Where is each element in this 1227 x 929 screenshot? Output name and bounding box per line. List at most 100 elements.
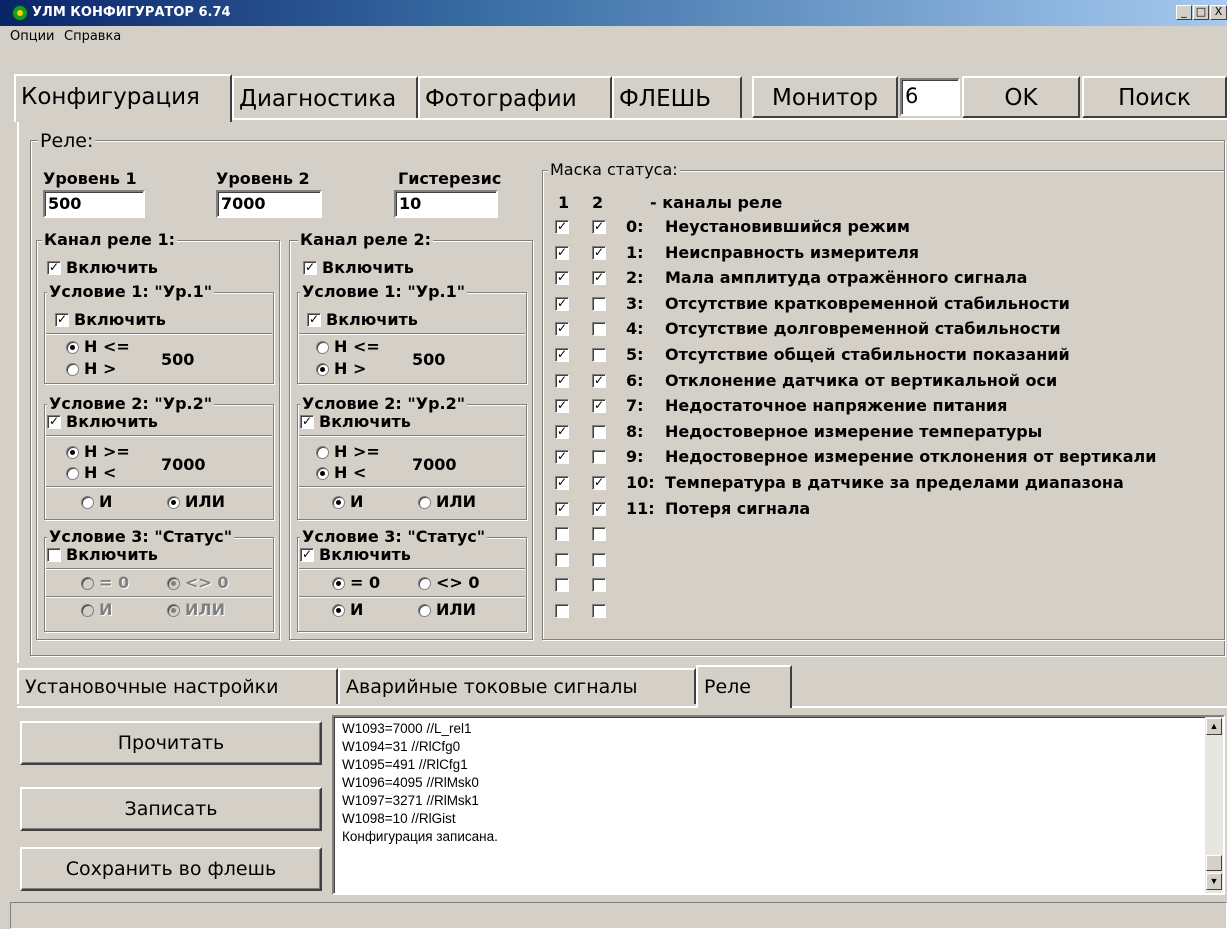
- mask-row-2-relay2-checkbox[interactable]: ✓: [592, 271, 606, 285]
- mask-row-text: Недостоверное измерение отклонения от ве…: [665, 447, 1157, 466]
- scroll-thumb[interactable]: [1206, 855, 1222, 871]
- read-button[interactable]: Прочитать: [20, 721, 322, 765]
- scroll-down-button[interactable]: ▼: [1206, 873, 1222, 890]
- mask-row-14-relay2-checkbox[interactable]: [592, 578, 606, 592]
- mask-row-1-relay2-checkbox[interactable]: ✓: [592, 246, 606, 260]
- mask-row-9-relay2-checkbox[interactable]: [592, 450, 606, 464]
- ch1-cond3-eq0-radio[interactable]: [81, 577, 94, 590]
- ch2-cond3-enable-checkbox[interactable]: ✓: [300, 548, 314, 562]
- log-line: W1094=31 //RlCfg0: [342, 739, 461, 754]
- menu-help[interactable]: Справка: [64, 29, 121, 44]
- mask-row-6-relay2-checkbox[interactable]: ✓: [592, 374, 606, 388]
- ch2-cond3-ne0-label: <> 0: [436, 573, 480, 592]
- mask-row-10-relay1-checkbox[interactable]: ✓: [555, 476, 569, 490]
- scroll-up-button[interactable]: ▲: [1206, 718, 1222, 735]
- write-button[interactable]: Записать: [20, 787, 322, 831]
- maximize-button[interactable]: □: [1193, 5, 1209, 20]
- ok-button[interactable]: OK: [962, 76, 1080, 118]
- ch1-cond2-lt-radio[interactable]: [66, 467, 79, 480]
- mask-row-12-relay1-checkbox[interactable]: [555, 527, 569, 541]
- ch1-cond2-enable-checkbox[interactable]: ✓: [47, 415, 61, 429]
- save-to-flash-button[interactable]: Сохранить во флешь: [20, 847, 322, 891]
- ch2-cond1-enable-checkbox[interactable]: ✓: [307, 313, 321, 327]
- mask-row-11-relay1-checkbox[interactable]: ✓: [555, 502, 569, 516]
- ch1-cond2-ge-radio[interactable]: [66, 446, 79, 459]
- ch2-cond2-or-label: ИЛИ: [436, 492, 477, 511]
- channel-2-enable-checkbox[interactable]: ✓: [303, 261, 317, 275]
- mask-row-4-relay2-checkbox[interactable]: [592, 322, 606, 336]
- mask-row-15-relay1-checkbox[interactable]: [555, 604, 569, 618]
- mask-row-13-relay2-checkbox[interactable]: [592, 553, 606, 567]
- ch1-cond3-and-radio[interactable]: [81, 604, 94, 617]
- ch1-cond2-and-radio[interactable]: [81, 496, 94, 509]
- mask-row-8-relay2-checkbox[interactable]: [592, 425, 606, 439]
- ch2-cond2-lt-radio[interactable]: [316, 467, 329, 480]
- ch1-cond3-or-label: ИЛИ: [185, 600, 226, 619]
- log-output[interactable]: W1093=7000 //L_rel1 W1094=31 //RlCfg0 W109…: [332, 715, 1225, 895]
- menu-options[interactable]: Опции: [10, 29, 54, 44]
- minimize-button[interactable]: _: [1176, 5, 1192, 20]
- ch2-cond2-and-radio[interactable]: [332, 496, 345, 509]
- mask-row-12-relay2-checkbox[interactable]: [592, 527, 606, 541]
- mask-row-2-relay1-checkbox[interactable]: ✓: [555, 271, 569, 285]
- bottom-tab-line: [17, 706, 1227, 708]
- ch1-cond2-or-radio[interactable]: [167, 496, 180, 509]
- ch1-cond3-eq0-label: = 0: [99, 573, 130, 592]
- ch1-cond1-le-radio[interactable]: [66, 341, 79, 354]
- ch2-cond1-enable-label: Включить: [326, 310, 418, 329]
- mask-row-8-relay1-checkbox[interactable]: ✓: [555, 425, 569, 439]
- level1-input[interactable]: 500: [43, 190, 145, 218]
- tab-flash[interactable]: ФЛЕШЬ: [612, 76, 742, 118]
- mask-row-1-relay1-checkbox[interactable]: ✓: [555, 246, 569, 260]
- ch1-cond3-enable-checkbox[interactable]: [47, 548, 61, 562]
- ch2-cond3-and-radio[interactable]: [332, 604, 345, 617]
- tab-diagnostics[interactable]: Диагностика: [232, 76, 418, 118]
- log-scrollbar[interactable]: ▲ ▼: [1205, 717, 1223, 893]
- mask-row-10-relay2-checkbox[interactable]: ✓: [592, 476, 606, 490]
- ch1-cond3-ne0-radio[interactable]: [167, 577, 180, 590]
- mask-row-0-relay1-checkbox[interactable]: ✓: [555, 220, 569, 234]
- hysteresis-input[interactable]: 10: [394, 190, 498, 218]
- ch1-cond1-enable-checkbox[interactable]: ✓: [55, 313, 69, 327]
- mask-row-7-relay1-checkbox[interactable]: ✓: [555, 399, 569, 413]
- menu-bar: Опции Справка: [0, 26, 1227, 48]
- mask-row-5-relay2-checkbox[interactable]: [592, 348, 606, 362]
- ch2-cond3-or-radio[interactable]: [418, 604, 431, 617]
- tab-alarm-current-signals[interactable]: Аварийные токовые сигналы: [338, 668, 696, 704]
- mask-row-14-relay1-checkbox[interactable]: [555, 578, 569, 592]
- tab-configuration[interactable]: Конфигурация: [14, 74, 232, 122]
- monitor-button[interactable]: Монитор: [752, 76, 898, 118]
- mask-row-7-relay2-checkbox[interactable]: ✓: [592, 399, 606, 413]
- mask-row-3-relay1-checkbox[interactable]: ✓: [555, 297, 569, 311]
- tab-relay[interactable]: Реле: [696, 665, 792, 708]
- ch2-cond2-or-radio[interactable]: [418, 496, 431, 509]
- close-button[interactable]: X: [1210, 5, 1227, 20]
- mask-row-13-relay1-checkbox[interactable]: [555, 553, 569, 567]
- mask-row-5-relay1-checkbox[interactable]: ✓: [555, 348, 569, 362]
- ch2-cond1-le-radio[interactable]: [316, 341, 329, 354]
- level2-input[interactable]: 7000: [216, 190, 322, 218]
- ch1-cond3-divider: [46, 568, 272, 570]
- tab-setup-settings[interactable]: Установочные настройки: [17, 668, 338, 704]
- device-address-input[interactable]: 6: [900, 78, 960, 116]
- ch2-cond2-ge-radio[interactable]: [316, 446, 329, 459]
- ch2-cond1-gt-radio[interactable]: [316, 363, 329, 376]
- ch1-cond3-or-radio[interactable]: [167, 604, 180, 617]
- ch2-cond2-and-label: И: [350, 492, 364, 511]
- ch2-cond2-enable-checkbox[interactable]: ✓: [300, 415, 314, 429]
- search-button[interactable]: Поиск: [1082, 76, 1227, 118]
- mask-row-0-relay2-checkbox[interactable]: ✓: [592, 220, 606, 234]
- mask-row-9-relay1-checkbox[interactable]: ✓: [555, 450, 569, 464]
- channel-1-enable-checkbox[interactable]: ✓: [47, 261, 61, 275]
- mask-row-code: 9:: [626, 447, 644, 466]
- tab-photos[interactable]: Фотографии: [418, 76, 612, 118]
- ch2-cond3-ne0-radio[interactable]: [418, 577, 431, 590]
- ch2-cond3-eq0-radio[interactable]: [332, 577, 345, 590]
- ch1-cond1-gt-radio[interactable]: [66, 363, 79, 376]
- mask-row-15-relay2-checkbox[interactable]: [592, 604, 606, 618]
- mask-row-4-relay1-checkbox[interactable]: ✓: [555, 322, 569, 336]
- mask-row-3-relay2-checkbox[interactable]: [592, 297, 606, 311]
- mask-row-6-relay1-checkbox[interactable]: ✓: [555, 374, 569, 388]
- title-bar[interactable]: УЛМ КОНФИГУРАТОР 6.74 _ □ X: [0, 0, 1227, 26]
- mask-row-11-relay2-checkbox[interactable]: ✓: [592, 502, 606, 516]
